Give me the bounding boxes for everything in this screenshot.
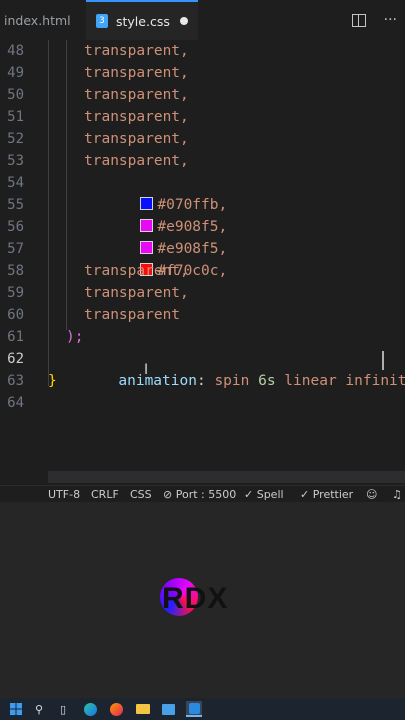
language-mode[interactable]: CSS: [130, 486, 152, 503]
code-line: 56 #e908f5,: [0, 216, 405, 257]
code-editor[interactable]: 48 transparent, 49 transparent, 50 trans…: [0, 40, 405, 485]
tab-style-css[interactable]: 3 style.css: [86, 0, 198, 40]
code-text: transparent,: [84, 285, 189, 301]
line-number: 50: [7, 87, 24, 103]
line-number: 49: [7, 65, 24, 81]
line-number: 55: [7, 197, 24, 213]
code-line: 55 #e908f5,: [0, 194, 405, 235]
line-number: 54: [7, 175, 24, 191]
prettier-label: Prettier: [312, 488, 354, 501]
code-line: 60 transparent: [0, 304, 405, 326]
port-label: Port : 5500: [175, 488, 237, 501]
tab-bar: index.html 3 style.css ···: [0, 0, 405, 41]
css3-icon: 3: [96, 14, 108, 28]
channel-logo: RDX: [160, 578, 250, 624]
status-bar: UTF-8 CRLF CSS ⊘ Port : 5500 ✓ Spell ✓ P…: [0, 485, 405, 503]
code-line: 64: [0, 392, 405, 414]
windows-start-icon[interactable]: [8, 701, 24, 717]
line-number: 63: [7, 373, 24, 389]
split-editor-icon[interactable]: [351, 13, 366, 27]
line-number: 58: [7, 263, 24, 279]
vscode-icon[interactable]: [186, 701, 202, 717]
text-cursor: [382, 351, 384, 370]
code-text: transparent,: [84, 109, 189, 125]
logo-text: RDX: [162, 582, 229, 615]
feedback-icon[interactable]: ☺: [366, 486, 377, 503]
more-actions-icon[interactable]: ···: [384, 12, 397, 28]
prettier-status[interactable]: ✓ Prettier: [300, 486, 353, 503]
line-number: 57: [7, 241, 24, 257]
tab-label: style.css: [116, 13, 170, 29]
unsaved-dot-icon[interactable]: [180, 17, 188, 25]
check-icon: ✓: [244, 488, 257, 501]
horizontal-scrollbar[interactable]: [48, 471, 405, 483]
photos-icon[interactable]: [160, 701, 176, 717]
code-text: transparent,: [84, 263, 189, 279]
line-number: 64: [7, 395, 24, 411]
code-text: transparent,: [84, 43, 189, 59]
mouse-ibeam-icon: I: [144, 362, 149, 378]
code-text: transparent,: [84, 87, 189, 103]
spell-check[interactable]: ✓ Spell: [244, 486, 284, 503]
edge-browser-icon[interactable]: [82, 701, 98, 717]
code-text: transparent,: [84, 65, 189, 81]
line-number: 52: [7, 131, 24, 147]
firefox-icon[interactable]: [108, 701, 124, 717]
line-number: 61: [7, 329, 24, 345]
notifications-bell-icon[interactable]: ♫: [392, 486, 402, 503]
live-server-port[interactable]: ⊘ Port : 5500: [163, 486, 236, 503]
line-number: 48: [7, 43, 24, 59]
code-text: transparent,: [84, 131, 189, 147]
spell-label: Spell: [256, 488, 284, 501]
code-line-active: 62 animation: spin 6s linear infinite;: [0, 348, 405, 389]
code-text: transparent,: [84, 153, 189, 169]
code-line: 54 #070ffb,: [0, 172, 405, 213]
code-line: 48 transparent,: [0, 40, 405, 62]
file-explorer-icon[interactable]: [135, 701, 151, 717]
code-line: 61 );: [0, 326, 405, 348]
eol-indicator[interactable]: CRLF: [91, 486, 119, 503]
encoding-indicator[interactable]: UTF-8: [48, 486, 80, 503]
code-line: 50 transparent,: [0, 84, 405, 106]
line-number: 56: [7, 219, 24, 235]
line-number: 51: [7, 109, 24, 125]
code-line: 58 transparent,: [0, 260, 405, 282]
tab-label: index.html: [4, 12, 71, 28]
code-line: 53 transparent,: [0, 150, 405, 172]
code-line: 63 }: [0, 370, 405, 392]
editor-actions: ···: [351, 0, 405, 40]
code-text: transparent: [84, 307, 181, 323]
code-text: );: [66, 329, 84, 345]
line-number: 59: [7, 285, 24, 301]
tab-index-html[interactable]: index.html: [0, 0, 89, 40]
double-check-icon: ✓: [300, 488, 313, 501]
task-view-icon[interactable]: ▯: [55, 701, 71, 717]
line-number: 60: [7, 307, 24, 323]
no-entry-icon: ⊘: [163, 488, 176, 501]
code-text: }: [48, 373, 57, 389]
code-line: 51 transparent,: [0, 106, 405, 128]
code-line: 52 transparent,: [0, 128, 405, 150]
code-line: 57 #f70c0c,: [0, 238, 405, 279]
search-icon[interactable]: ⚲: [31, 701, 47, 717]
code-line: 49 transparent,: [0, 62, 405, 84]
windows-taskbar: ⚲ ▯: [0, 698, 405, 720]
line-number: 53: [7, 153, 24, 169]
line-number: 62: [7, 351, 24, 367]
code-line: 59 transparent,: [0, 282, 405, 304]
